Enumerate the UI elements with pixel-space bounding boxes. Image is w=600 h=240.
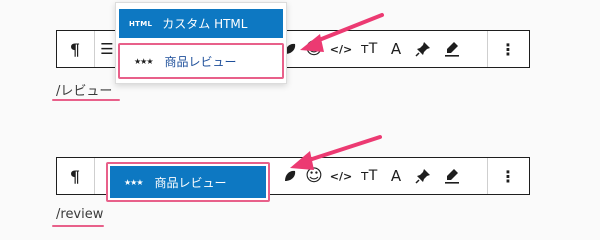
arrow-top xyxy=(300,13,384,52)
annotation-arrows xyxy=(290,13,384,170)
arrow-bottom xyxy=(290,135,382,170)
